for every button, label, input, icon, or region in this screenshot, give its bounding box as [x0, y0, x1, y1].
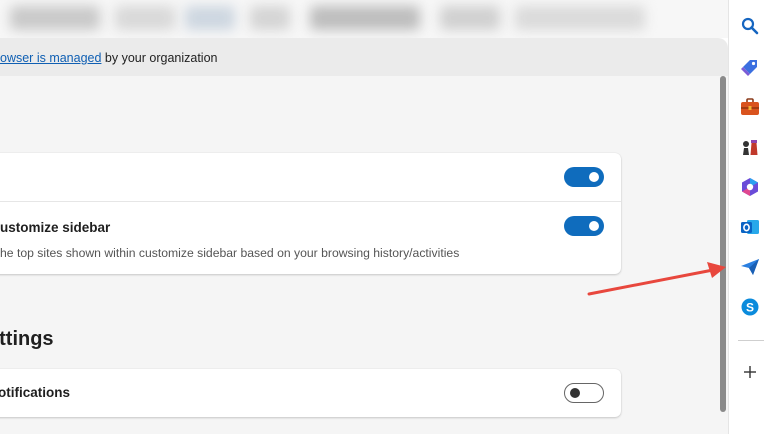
svg-text:S: S [746, 301, 754, 315]
scrollbar-thumb[interactable] [720, 76, 726, 412]
sidebar-separator [738, 340, 764, 341]
red-arrow-annotation [587, 262, 726, 296]
sidebar-settings-card: ustomize sidebar he top sites shown with… [0, 153, 621, 274]
customize-sidebar-title: ustomize sidebar [0, 220, 111, 235]
managed-by-organization-banner: owser is managed by your organization [0, 38, 728, 76]
drop-send-icon[interactable] [738, 255, 762, 279]
skype-icon[interactable]: S [738, 295, 762, 319]
microsoft-365-icon[interactable] [738, 175, 762, 199]
settings-content-panel: ustomize sidebar he top sites shown with… [0, 76, 718, 434]
sidebar-row1-toggle[interactable] [564, 167, 604, 187]
notifications-toggle[interactable] [564, 383, 604, 403]
customize-sidebar-description: he top sites shown within customize side… [0, 246, 460, 260]
managed-suffix-text: by your organization [101, 51, 218, 65]
outlook-icon[interactable] [738, 215, 762, 239]
search-icon[interactable] [738, 14, 762, 38]
browser-sidebar: S [728, 0, 771, 434]
games-chess-icon[interactable] [738, 135, 762, 159]
customize-sidebar-toggle[interactable] [564, 216, 604, 236]
settings-section-heading: ettings [0, 328, 54, 350]
scrollbar-track[interactable] [718, 76, 728, 434]
card-divider [0, 201, 621, 202]
shopping-tag-icon[interactable] [738, 55, 762, 79]
blurred-tab-strip [0, 0, 735, 38]
notifications-card: otifications [0, 369, 621, 417]
browser-managed-link[interactable]: owser is managed [0, 51, 101, 65]
plus-icon[interactable] [738, 360, 762, 384]
tools-briefcase-icon[interactable] [738, 95, 762, 119]
notifications-title: otifications [0, 385, 71, 400]
